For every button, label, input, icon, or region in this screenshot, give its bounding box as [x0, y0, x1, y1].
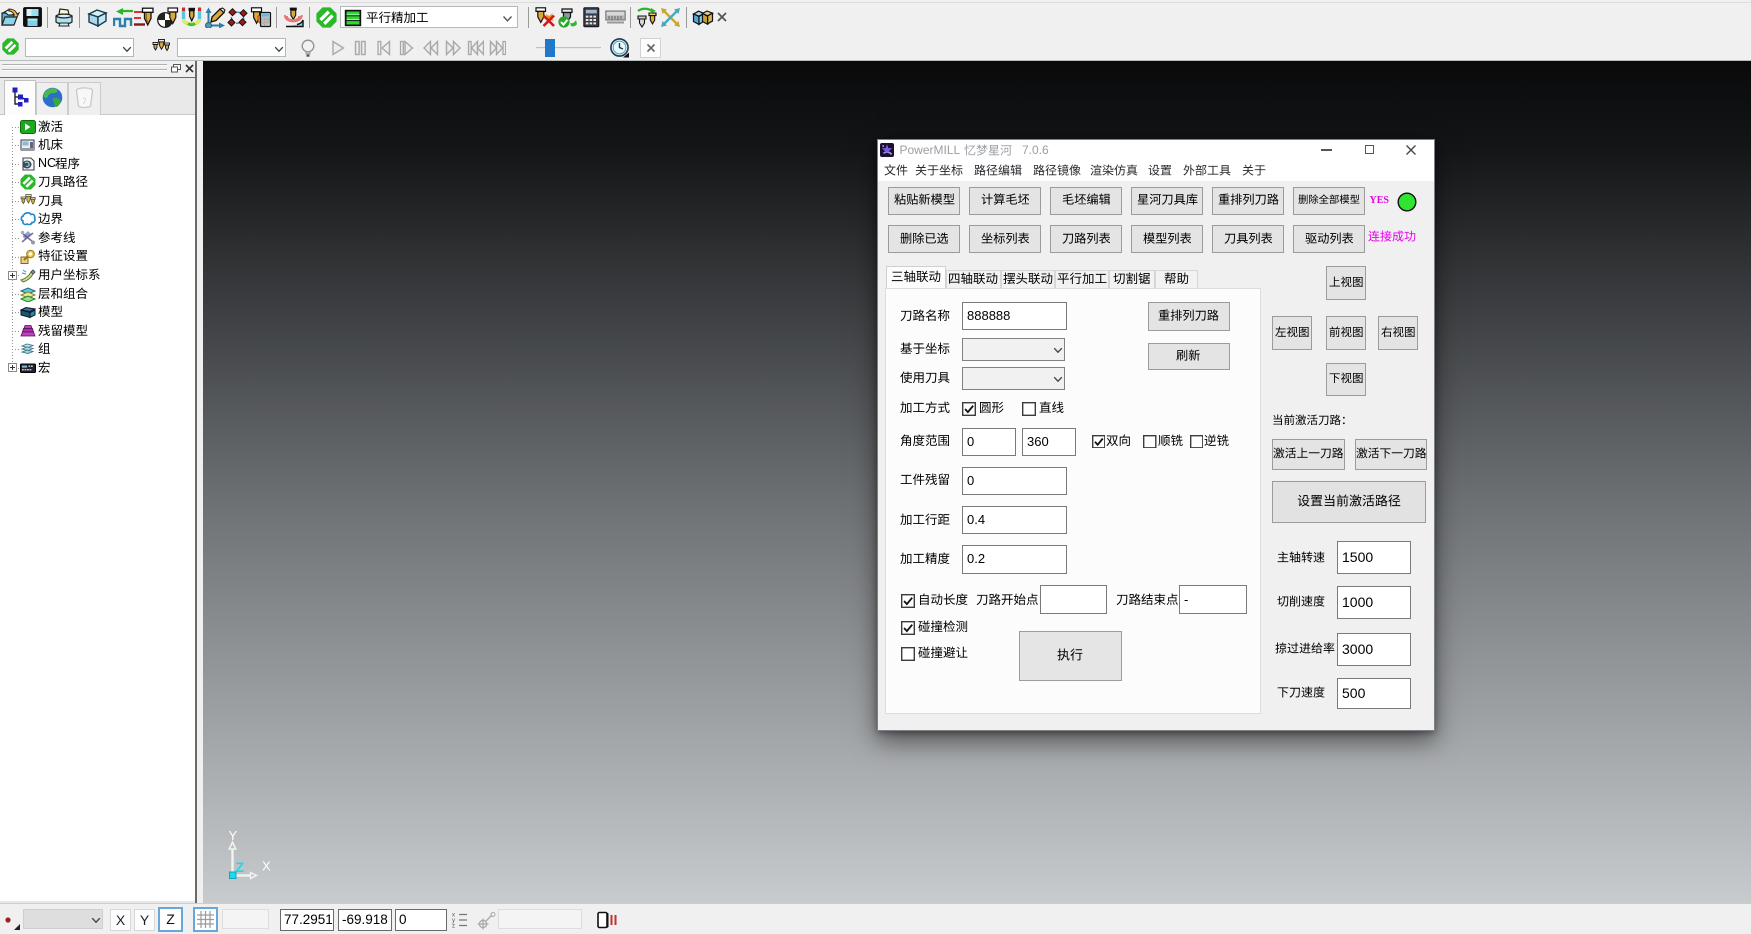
- svg-text:Z: Z: [236, 859, 245, 875]
- svg-text:X: X: [262, 859, 271, 874]
- svg-text:z: z: [452, 924, 455, 930]
- svg-text:Y: Y: [229, 829, 238, 843]
